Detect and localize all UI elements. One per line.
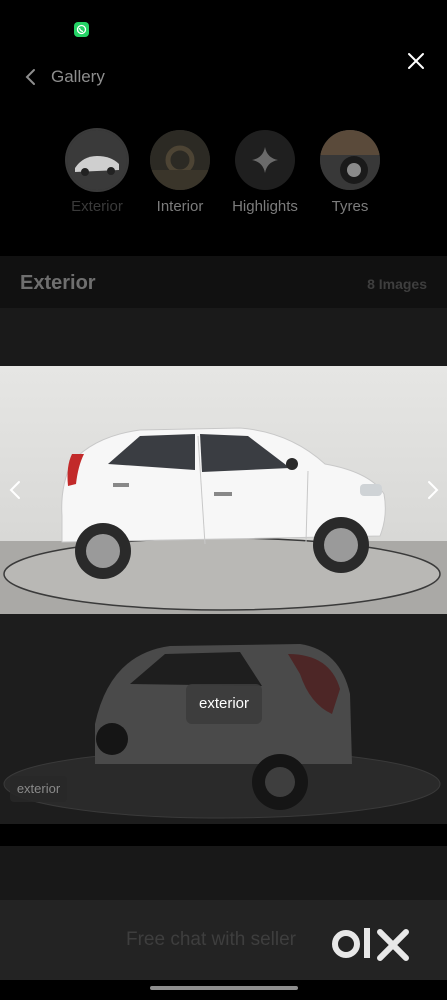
section-title: Exterior bbox=[20, 272, 96, 294]
photo-backdrop bbox=[0, 846, 447, 900]
header: Gallery bbox=[0, 56, 447, 100]
footer-bar: Free chat with seller bbox=[0, 900, 447, 980]
sparkle-icon bbox=[235, 130, 295, 190]
tab-label: Highlights bbox=[232, 198, 298, 215]
image-count: 8 Images bbox=[367, 276, 427, 292]
photo-backdrop bbox=[0, 308, 447, 366]
close-icon[interactable] bbox=[405, 50, 427, 72]
category-tabs: Exterior Interior Highlights Tyres bbox=[0, 128, 447, 223]
olx-logo bbox=[332, 928, 409, 961]
tyres-thumbnail bbox=[320, 130, 380, 190]
photo-tag: exterior bbox=[186, 684, 262, 724]
tab-highlights[interactable]: Highlights bbox=[220, 128, 310, 215]
home-indicator[interactable] bbox=[150, 986, 298, 990]
tab-label: Exterior bbox=[71, 198, 123, 215]
divider bbox=[0, 824, 447, 846]
exterior-thumbnail bbox=[67, 130, 127, 190]
chevron-left-icon[interactable] bbox=[20, 66, 42, 88]
tab-label: Interior bbox=[156, 198, 204, 215]
whatsapp-icon bbox=[74, 22, 89, 37]
previous-arrow-icon[interactable] bbox=[4, 478, 28, 502]
photo-tag: exterior bbox=[10, 776, 67, 802]
tab-interior[interactable]: Interior bbox=[135, 128, 225, 215]
car-photo-main[interactable] bbox=[0, 366, 447, 614]
section-header: Exterior 8 Images bbox=[0, 256, 447, 308]
tab-exterior[interactable]: Exterior bbox=[52, 128, 142, 215]
chat-with-seller-button[interactable]: Free chat with seller bbox=[126, 929, 296, 951]
tab-label: Tyres bbox=[331, 198, 369, 215]
interior-thumbnail bbox=[150, 130, 210, 190]
page-title: Gallery bbox=[51, 67, 105, 86]
next-arrow-icon[interactable] bbox=[420, 478, 444, 502]
tab-tyres[interactable]: Tyres bbox=[305, 128, 395, 215]
